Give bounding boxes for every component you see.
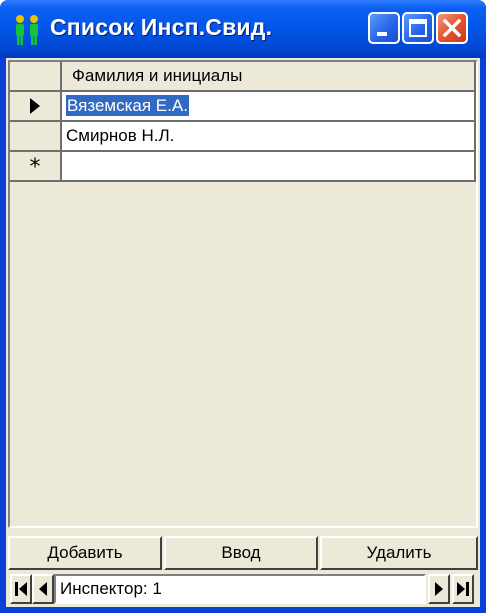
selected-cell-text: Вяземская Е.А. xyxy=(66,95,189,116)
row-selector[interactable] xyxy=(10,92,62,122)
enter-button[interactable]: Ввод xyxy=(164,536,318,570)
record-number: 1 xyxy=(152,579,162,598)
minimize-icon xyxy=(377,32,387,36)
previous-record-button[interactable] xyxy=(32,574,54,604)
maximize-icon xyxy=(409,19,427,37)
record-pointer-icon xyxy=(30,98,40,114)
cell-name[interactable]: Вяземская Е.А. xyxy=(62,92,476,122)
previous-record-icon xyxy=(39,582,47,596)
cell-name[interactable]: Смирнов Н.Л. xyxy=(62,122,476,152)
delete-button[interactable]: Удалить xyxy=(320,536,478,570)
add-button[interactable]: Добавить xyxy=(8,536,162,570)
next-record-button[interactable] xyxy=(428,574,450,604)
app-window: Список Инсп.Свид. Фамилия и инициалы Вяз… xyxy=(0,0,486,613)
asterisk-icon: * xyxy=(29,155,41,180)
action-buttons: Добавить Ввод Удалить xyxy=(8,536,478,570)
header-corner-cell xyxy=(10,62,62,92)
people-icon xyxy=(16,15,38,45)
grid-header-row: Фамилия и инициалы xyxy=(10,62,476,92)
record-indicator-label: Инспектор: xyxy=(60,579,148,598)
record-indicator: Инспектор: 1 xyxy=(54,574,426,604)
close-button[interactable] xyxy=(436,12,468,44)
table-row[interactable]: Вяземская Е.А. xyxy=(10,92,476,122)
row-selector[interactable] xyxy=(10,122,62,152)
first-record-button[interactable] xyxy=(10,574,32,604)
minimize-button[interactable] xyxy=(368,12,400,44)
column-header-name[interactable]: Фамилия и инициалы xyxy=(62,62,476,92)
new-record-row[interactable]: * xyxy=(10,152,476,182)
last-record-icon xyxy=(457,582,469,596)
window-title: Список Инсп.Свид. xyxy=(50,14,273,40)
inspector-grid: Фамилия и инициалы Вяземская Е.А. Смирно… xyxy=(8,60,478,528)
close-icon xyxy=(442,18,462,38)
row-selector[interactable]: * xyxy=(10,152,62,182)
cell-name-new[interactable] xyxy=(62,152,476,182)
record-navigator: Инспектор: 1 xyxy=(8,572,478,606)
last-record-button[interactable] xyxy=(452,574,474,604)
first-record-icon xyxy=(15,582,27,596)
maximize-button[interactable] xyxy=(402,12,434,44)
client-area: Фамилия и инициалы Вяземская Е.А. Смирно… xyxy=(6,58,480,607)
next-record-icon xyxy=(435,582,443,596)
title-bar[interactable]: Список Инсп.Свид. xyxy=(0,0,486,58)
table-row[interactable]: Смирнов Н.Л. xyxy=(10,122,476,152)
